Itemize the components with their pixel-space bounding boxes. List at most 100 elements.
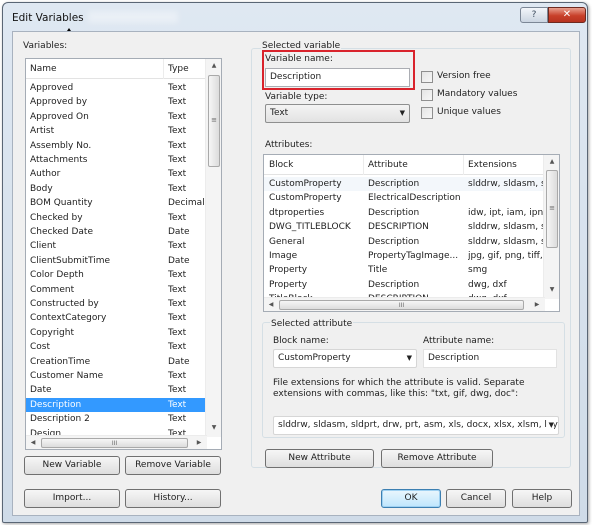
variable-row[interactable]: Assembly No. Text: [26, 139, 206, 153]
variable-row[interactable]: Artist Text: [26, 124, 206, 138]
scroll-thumb[interactable]: ≡: [208, 75, 220, 167]
attribute-row[interactable]: Property Title smg: [264, 263, 545, 277]
extensions-cell: slddrw, sldasm, sld...: [468, 179, 544, 189]
attribute-row[interactable]: General Description slddrw, sldasm, sld...: [264, 235, 545, 249]
attribute-cell: Title: [368, 265, 388, 276]
column-header-block[interactable]: Block: [269, 160, 364, 170]
variable-row[interactable]: Constructed by Text: [26, 297, 206, 311]
variable-row[interactable]: Approved by Text: [26, 95, 206, 109]
checkbox-box[interactable]: [421, 89, 433, 101]
scroll-thumb[interactable]: ≡: [546, 170, 558, 248]
column-divider[interactable]: [363, 155, 364, 175]
ok-button[interactable]: OK: [381, 489, 441, 508]
variable-name-cell: Checked Date: [30, 227, 93, 237]
variable-type-cell: Text: [168, 241, 187, 252]
variable-type-cell: Text: [168, 126, 187, 137]
attribute-row[interactable]: Image PropertyTagImage... jpg, gif, png, t…: [264, 249, 545, 263]
scroll-thumb[interactable]: III: [41, 438, 188, 448]
variable-name-cell: Copyright: [30, 327, 74, 338]
variables-vertical-scrollbar[interactable]: ▲ ≡ ▼: [205, 59, 221, 437]
attributes-label: Attributes:: [265, 140, 313, 150]
variable-row[interactable]: Comment Text: [26, 283, 206, 297]
column-divider[interactable]: [163, 59, 164, 79]
variable-name-input[interactable]: Description: [265, 68, 410, 87]
block-cell: General: [269, 236, 305, 247]
variable-row[interactable]: Author Text: [26, 167, 206, 181]
attribute-row[interactable]: CustomProperty Description slddrw, sldasm,…: [264, 177, 545, 192]
checkbox-box[interactable]: [421, 107, 433, 119]
scroll-left-arrow-icon[interactable]: ◀: [26, 436, 40, 449]
variables-list[interactable]: Name Type Approved Text Approved by Text App…: [25, 58, 222, 450]
attribute-row[interactable]: DWG_TITLEBLOCK DESCRIPTION slddrw, sldasm,…: [264, 220, 545, 234]
attributes-list[interactable]: Block Attribute Extensions CustomPropert…: [263, 154, 560, 312]
variable-row[interactable]: Approved On Text: [26, 110, 206, 124]
variables-horizontal-scrollbar[interactable]: ◀ III ▶: [26, 435, 207, 449]
variable-row[interactable]: Checked Date Date: [26, 225, 206, 239]
history-button[interactable]: History...: [125, 489, 221, 508]
attribute-row[interactable]: Property Description dwg, dxf: [264, 278, 545, 292]
variable-row[interactable]: BOM Quantity Decimal n.: [26, 196, 216, 210]
variable-row[interactable]: Date Text: [26, 383, 206, 397]
checkbox-box[interactable]: [421, 71, 433, 83]
extensions-select[interactable]: slddrw, sldasm, sldprt, drw, prt, asm, x…: [273, 416, 559, 435]
new-variable-button[interactable]: New Variable: [24, 456, 120, 475]
variable-row[interactable]: Description Text: [26, 397, 206, 413]
variable-name-cell: ClientSubmitTime: [30, 255, 111, 266]
block-name-select[interactable]: CustomProperty ▼: [273, 349, 417, 368]
variable-name-cell: Artist: [30, 126, 55, 137]
import-button[interactable]: Import...: [24, 489, 120, 508]
block-name-value: CustomProperty: [278, 353, 351, 363]
scroll-up-arrow-icon[interactable]: ▲: [206, 59, 221, 73]
dialog-client-area: Variables: Name Type Approved Text Approve…: [12, 31, 580, 516]
variable-type-cell: Text: [168, 385, 187, 396]
cancel-button[interactable]: Cancel: [446, 489, 506, 508]
new-attribute-button[interactable]: New Attribute: [265, 449, 374, 468]
attribute-name-label: Attribute name:: [423, 336, 495, 346]
variable-row[interactable]: ContextCategory Text: [26, 311, 206, 325]
column-header-extensions[interactable]: Extensions: [468, 160, 544, 170]
extensions-value: slddrw, sldasm, sldprt, drw, prt, asm, x…: [278, 420, 559, 430]
variable-row[interactable]: Body Text: [26, 182, 206, 196]
scroll-down-arrow-icon[interactable]: ▼: [544, 283, 559, 297]
variable-type-cell: Text: [168, 155, 187, 165]
variable-type-cell: Text: [168, 299, 187, 309]
remove-attribute-button[interactable]: Remove Attribute: [381, 449, 493, 468]
attribute-row[interactable]: dtproperties Description idw, ipt, iam, ip…: [264, 206, 545, 220]
column-header-attribute[interactable]: Attribute: [368, 160, 464, 170]
column-divider[interactable]: [463, 155, 464, 175]
variable-row[interactable]: ClientSubmitTime Date: [26, 254, 206, 268]
variable-type-cell: Text: [168, 342, 187, 353]
column-header-name[interactable]: Name: [30, 64, 57, 74]
scroll-right-arrow-icon[interactable]: ▶: [530, 298, 544, 311]
variable-row[interactable]: Client Text: [26, 239, 206, 253]
variable-row[interactable]: Cost Text: [26, 340, 206, 354]
scroll-up-arrow-icon[interactable]: ▲: [544, 155, 559, 169]
remove-variable-button[interactable]: Remove Variable: [125, 456, 221, 475]
variable-row[interactable]: Approved Text: [26, 81, 206, 95]
attributes-vertical-scrollbar[interactable]: ▲ ≡ ▼: [543, 155, 559, 299]
checkbox-label: Unique values: [437, 107, 501, 117]
help-title-button[interactable]: ?: [520, 7, 548, 23]
variable-row[interactable]: CreationTime Date: [26, 355, 206, 369]
close-button[interactable]: ✕: [548, 7, 586, 23]
variable-type-select[interactable]: Text ▼: [265, 104, 410, 123]
column-header-type[interactable]: Type: [168, 64, 189, 74]
block-cell: Image: [269, 251, 298, 261]
variable-row[interactable]: Checked by Text: [26, 211, 206, 225]
variable-name-cell: Cost: [30, 342, 51, 353]
variable-row[interactable]: Attachments Text: [26, 153, 206, 167]
variable-name-cell: Description 2: [30, 414, 90, 425]
attributes-horizontal-scrollbar[interactable]: ◀ III ▶: [264, 297, 545, 311]
scroll-left-arrow-icon[interactable]: ◀: [264, 298, 278, 311]
scroll-right-arrow-icon[interactable]: ▶: [192, 436, 206, 449]
scroll-down-arrow-icon[interactable]: ▼: [206, 421, 221, 435]
variable-row[interactable]: Description 2 Text: [26, 412, 206, 426]
attribute-row[interactable]: CustomProperty ElectricalDescription: [264, 191, 545, 205]
variable-row[interactable]: Customer Name Text: [26, 369, 206, 383]
scroll-thumb[interactable]: III: [279, 300, 524, 310]
help-button[interactable]: Help: [512, 489, 572, 508]
variable-row[interactable]: Copyright Text: [26, 326, 206, 340]
variable-row[interactable]: Color Depth Text: [26, 268, 206, 282]
extensions-cell: slddrw, sldasm, sld...: [468, 222, 544, 233]
attribute-name-input[interactable]: Description: [423, 349, 557, 368]
